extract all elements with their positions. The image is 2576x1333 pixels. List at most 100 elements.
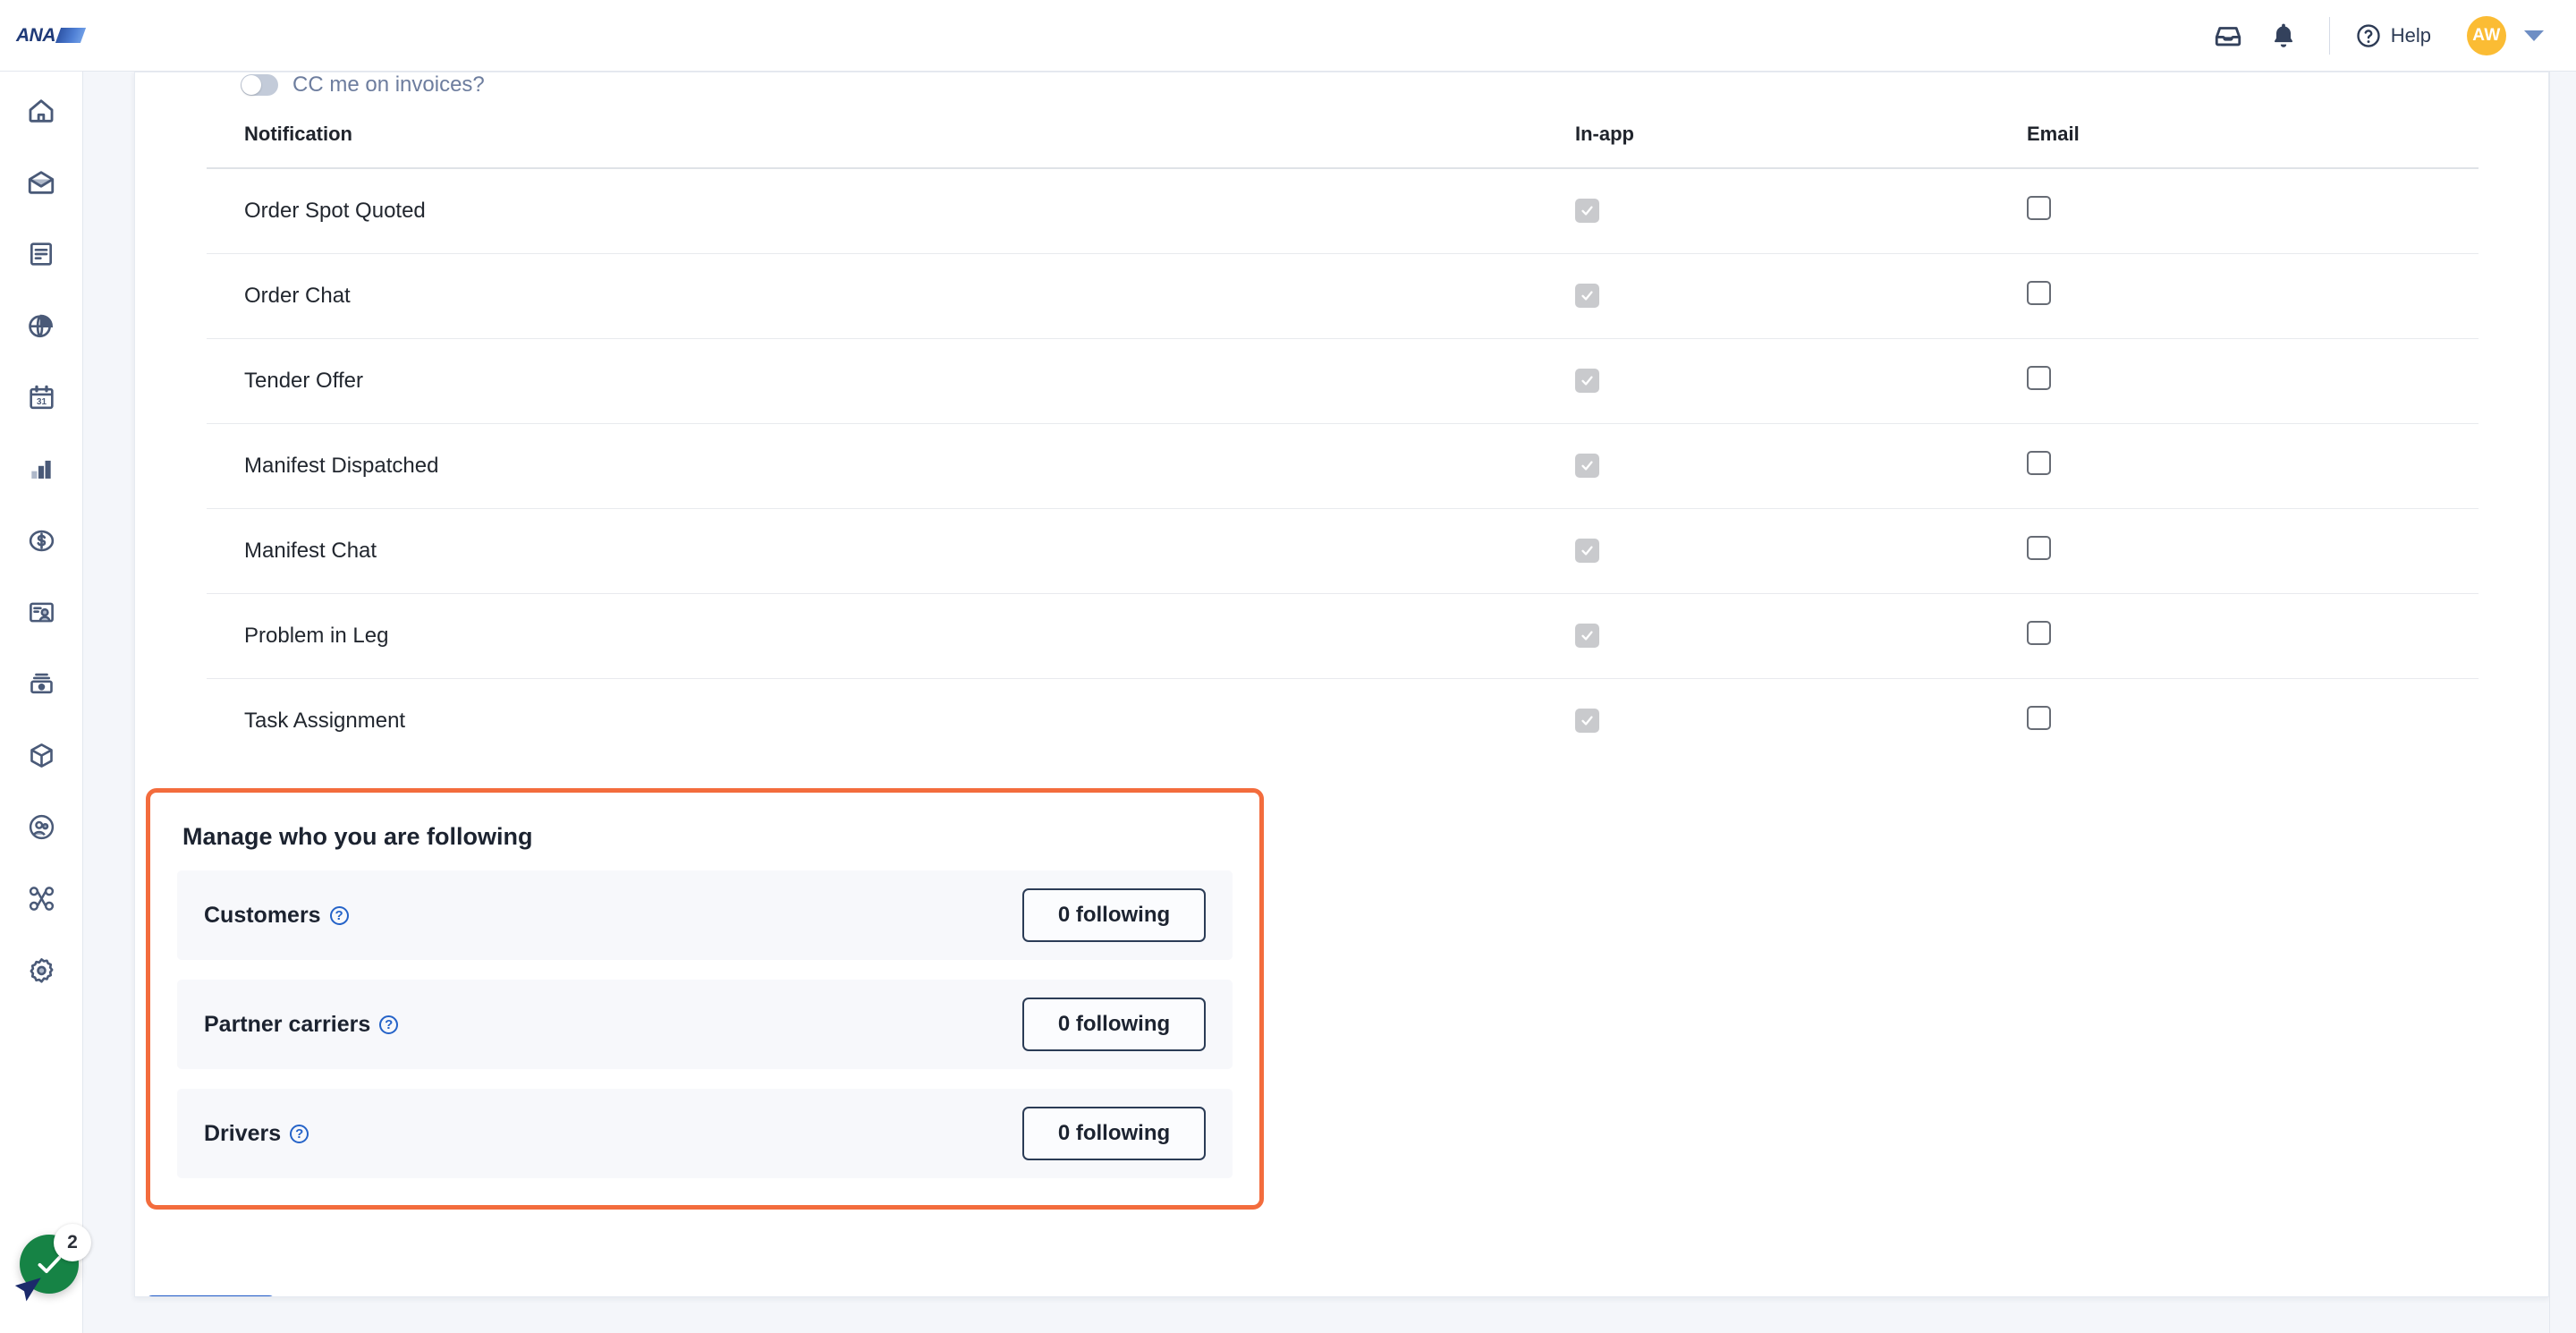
sidebar-item-dispatch[interactable] (15, 306, 67, 345)
logo-swoosh-icon (55, 28, 87, 43)
support-badge-count: 2 (54, 1224, 91, 1261)
column-header-email: Email (2027, 123, 2080, 145)
manage-following-card: Manage who you are following Customers? 0… (146, 788, 1264, 1210)
cell-in-app (1575, 338, 2027, 424)
header-divider (2328, 16, 2330, 55)
cell-notification-name: Order Chat (207, 253, 1575, 339)
email-checkbox[interactable] (2027, 281, 2051, 305)
cell-notification-name: Task Assignment (244, 709, 406, 733)
email-checkbox[interactable] (2027, 196, 2051, 220)
settings-content: CC me on invoices? Notification In-app E… (135, 72, 2548, 1296)
cell-email (2027, 679, 2479, 764)
sidebar-item-home[interactable] (15, 91, 67, 131)
sidebar-item-calendar[interactable]: 31 (15, 378, 67, 417)
following-count-button[interactable]: 0 following (1022, 888, 1206, 942)
avatar[interactable]: AW (2467, 15, 2506, 55)
save-button[interactable]: Save (146, 1295, 275, 1296)
settings-panel: CC me on invoices? Notification In-app E… (134, 72, 2549, 1297)
sidebar-item-settings[interactable] (15, 950, 67, 989)
in-app-checkbox (1575, 198, 1599, 223)
cell-in-app (1575, 508, 2027, 594)
cell-notification-name: Manifest Dispatched (207, 423, 1575, 509)
following-row-label: Customers? (204, 903, 349, 929)
in-app-checkbox (1575, 283, 1599, 308)
network-nodes-icon (29, 886, 54, 911)
table-row: Problem in Leg (207, 593, 2479, 679)
help-question-icon[interactable]: ? (290, 1124, 309, 1143)
following-row-label: Drivers? (204, 1121, 309, 1147)
chevron-down-icon[interactable] (2524, 30, 2544, 41)
document-icon (30, 242, 52, 266)
table-row: Tender Offer (207, 338, 2479, 424)
following-count-button[interactable]: 0 following (1022, 998, 1206, 1051)
cc-invoices-toggle[interactable] (241, 74, 278, 96)
sidebar-item-reports[interactable] (15, 449, 67, 488)
cell-in-app (1575, 679, 2027, 764)
notifications-table: Notification In-app Email Order Spot Quo… (207, 123, 2479, 763)
svg-text:31: 31 (37, 396, 47, 406)
manage-following-title: Manage who you are following (182, 823, 533, 850)
home-icon (29, 99, 54, 123)
cell-notification-name: Order Spot Quoted (207, 168, 1575, 254)
logo-text: ANA (16, 24, 56, 46)
table-row: Manifest Dispatched (207, 423, 2479, 509)
sidebar-item-inbox[interactable] (15, 163, 67, 202)
in-app-checkbox (1575, 538, 1599, 563)
in-app-checkbox (1575, 623, 1599, 648)
following-label-text: Drivers (204, 1120, 282, 1146)
cell-email (2027, 338, 2479, 424)
cell-notification-name: Problem in Leg (207, 593, 1575, 679)
scrollbar-gutter[interactable] (2549, 72, 2576, 1333)
email-checkbox[interactable] (2027, 536, 2051, 560)
following-row: Partner carriers? 0 following (177, 980, 1233, 1069)
in-app-checkbox (1575, 368, 1599, 393)
sidebar-item-contacts[interactable] (15, 592, 67, 632)
cell-email (2027, 508, 2479, 594)
cell-notification-name: Manifest Chat (207, 508, 1575, 594)
mouse-cursor-icon (14, 1278, 41, 1302)
toggle-knob (242, 75, 261, 95)
bell-icon[interactable] (2256, 8, 2311, 64)
email-checkbox[interactable] (2027, 451, 2051, 475)
in-app-checkbox (1575, 708, 1599, 733)
following-row-label: Partner carriers? (204, 1011, 399, 1038)
calendar-31-icon: 31 (29, 385, 54, 409)
email-checkbox[interactable] (2027, 621, 2051, 645)
sidebar-item-billing[interactable] (15, 521, 67, 560)
following-rows: Customers? 0 following Partner carriers? 0 … (177, 870, 1233, 1178)
following-row: Drivers? 0 following (177, 1089, 1233, 1178)
email-checkbox[interactable] (2027, 366, 2051, 390)
notifications-table-head: Notification In-app Email (207, 123, 2479, 168)
column-header-in-app: In-app (1575, 123, 1634, 145)
cc-invoices-label: CC me on invoices? (292, 72, 485, 97)
archive-box-icon (30, 673, 53, 693)
cc-invoices-row: CC me on invoices? (207, 72, 2477, 103)
support-widget: 2 (14, 1224, 91, 1302)
sidebar-item-network[interactable] (15, 879, 67, 918)
following-label-text: Partner carriers (204, 1011, 371, 1037)
email-checkbox[interactable] (2027, 706, 2051, 730)
sidebar: 31 (0, 72, 83, 1333)
sidebar-item-orders[interactable] (15, 234, 67, 274)
in-app-checkbox (1575, 453, 1599, 478)
help-question-icon[interactable]: ? (329, 905, 349, 925)
gear-icon (30, 957, 53, 983)
sidebar-item-assets[interactable] (15, 735, 67, 775)
question-circle-icon (2357, 23, 2380, 47)
help-question-icon[interactable]: ? (379, 1015, 399, 1034)
help-button[interactable]: Help (2348, 22, 2438, 49)
table-row: Manifest Chat (207, 508, 2479, 594)
table-row: Order Spot Quoted (207, 168, 2479, 254)
bar-chart-icon (31, 460, 51, 479)
following-row: Customers? 0 following (177, 870, 1233, 960)
table-row: Task Assignment (207, 679, 2479, 764)
cell-email (2027, 423, 2479, 509)
inbox-icon[interactable] (2200, 8, 2256, 64)
sidebar-item-people[interactable] (15, 807, 67, 846)
cell-notification-name: Tender Offer (207, 338, 1575, 424)
sidebar-item-archive[interactable] (15, 664, 67, 703)
cell-email (2027, 593, 2479, 679)
app-root: ANA Help AW 31 CC me on invoices? Notifi… (0, 0, 2576, 1333)
ana-logo[interactable]: ANA (16, 18, 87, 54)
following-count-button[interactable]: 0 following (1022, 1107, 1206, 1160)
